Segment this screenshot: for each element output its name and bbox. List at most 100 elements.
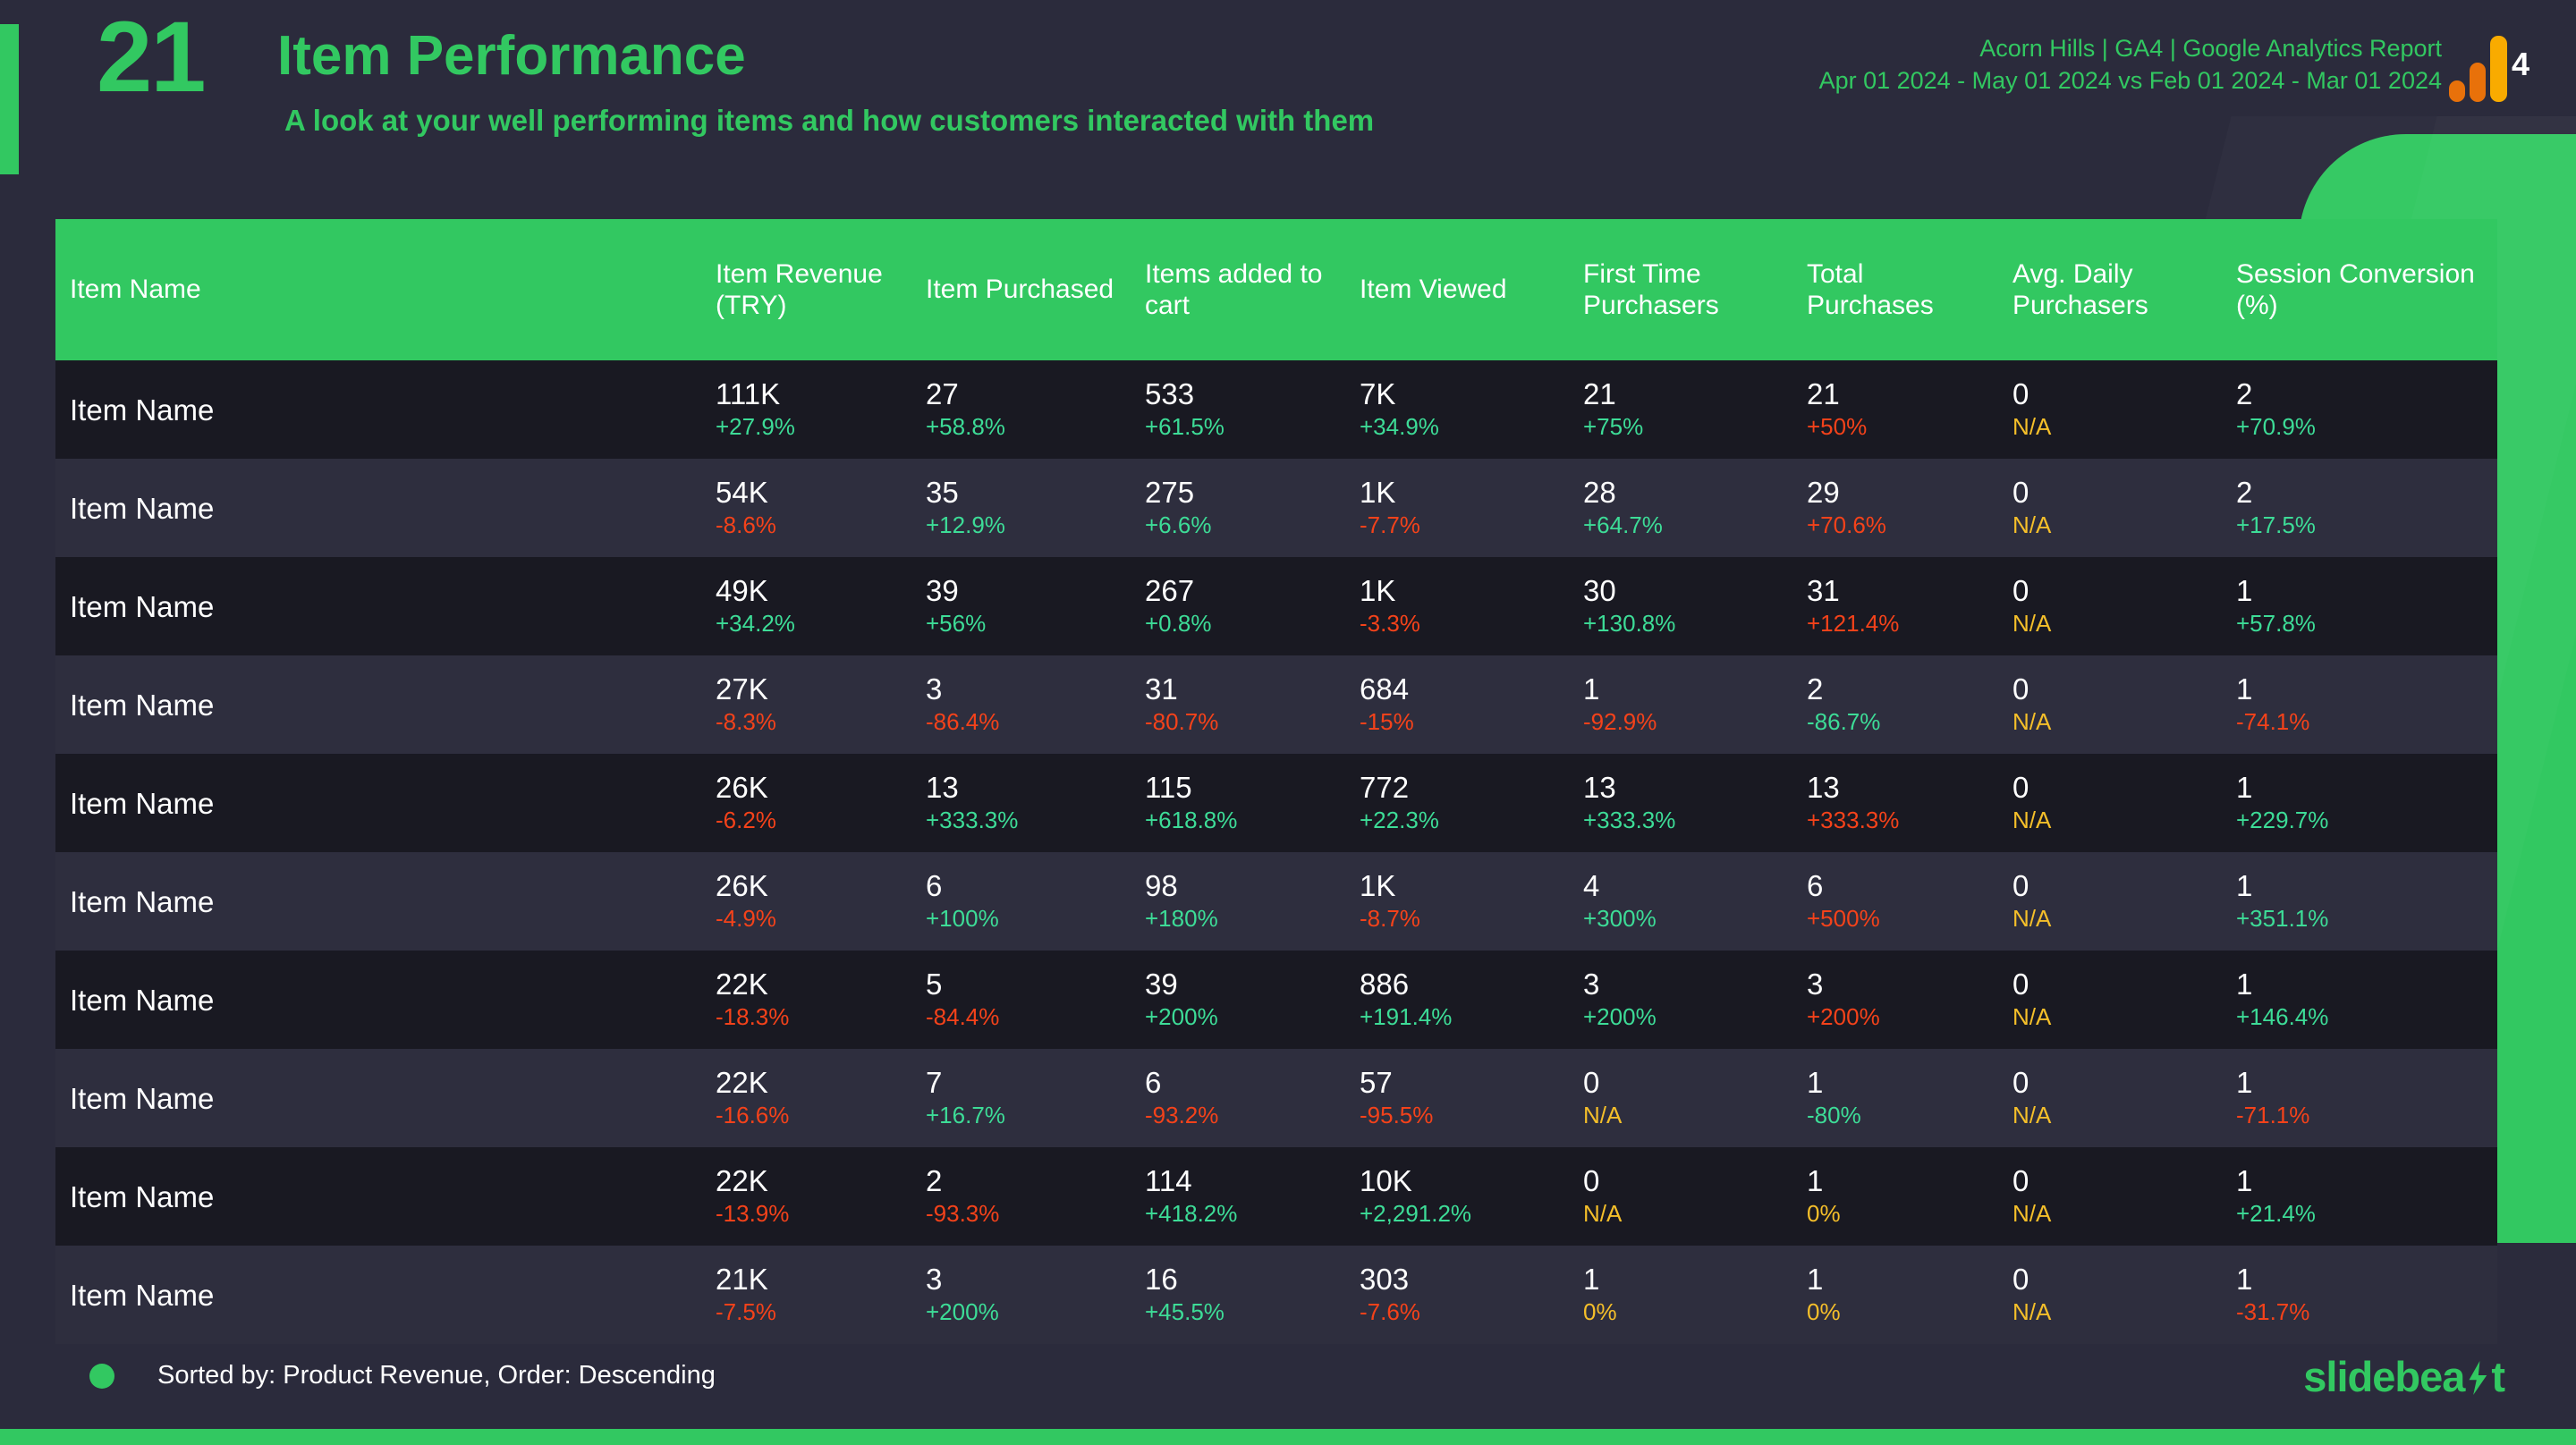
- bottom-accent-bar: [0, 1429, 2576, 1445]
- table-row[interactable]: Item Name 26K -6.2% 13 +333.3% 115 +618.8% 772 +…: [55, 754, 2497, 852]
- cell-total-purchases: 29 +70.6%: [1791, 459, 1996, 557]
- cell-avg-daily-purchasers: 0 N/A: [1996, 1246, 2220, 1344]
- item-name-text: Item Name: [70, 688, 215, 722]
- table-row[interactable]: Item Name 22K -16.6% 7 +16.7% 6 -93.2% 57 -95.5%…: [55, 1049, 2497, 1147]
- cell-item-revenue: 22K -13.9%: [699, 1147, 910, 1246]
- column-header-avg-daily-purchasers[interactable]: Avg. Daily Purchasers: [1996, 219, 2220, 360]
- metric-value: 21K: [716, 1263, 768, 1297]
- cell-avg-daily-purchasers: 0 N/A: [1996, 557, 2220, 655]
- cell-items-added-to-cart: 114 +418.2%: [1129, 1147, 1343, 1246]
- cell-items-added-to-cart: 31 -80.7%: [1129, 655, 1343, 754]
- brand-text-part2: t: [2491, 1353, 2505, 1400]
- table-row[interactable]: Item Name 22K -13.9% 2 -93.3% 114 +418.2% 10K +2…: [55, 1147, 2497, 1246]
- item-name-text: Item Name: [70, 589, 215, 623]
- metric-value: 27: [926, 377, 959, 411]
- cell-total-purchases: 1 -80%: [1791, 1049, 1996, 1147]
- column-header-item-name[interactable]: Item Name: [55, 219, 699, 360]
- slide-number: 21: [97, 1, 207, 113]
- metric-delta: -93.2%: [1145, 1101, 1219, 1128]
- column-header-item-viewed[interactable]: Item Viewed: [1343, 219, 1567, 360]
- metric-value: 13: [926, 771, 959, 805]
- column-header-total-purchases[interactable]: Total Purchases: [1791, 219, 1996, 360]
- column-header-item-revenue[interactable]: Item Revenue (TRY): [699, 219, 910, 360]
- cell-session-conversion: 1 +21.4%: [2220, 1147, 2497, 1246]
- cell-item-revenue: 22K -16.6%: [699, 1049, 910, 1147]
- item-name-text: Item Name: [70, 884, 215, 918]
- sort-note-text: Sorted by: Product Revenue, Order: Desce…: [157, 1361, 716, 1390]
- table-row[interactable]: Item Name 26K -4.9% 6 +100% 98 +180% 1K -8.7% 4 +3…: [55, 852, 2497, 951]
- cell-item-name: Item Name: [55, 852, 699, 951]
- cell-item-viewed: 57 -95.5%: [1343, 1049, 1567, 1147]
- metric-delta: +56%: [926, 609, 987, 637]
- cell-item-purchased: 3 +200%: [910, 1246, 1129, 1344]
- metric-value: 3: [926, 1263, 943, 1297]
- cell-total-purchases: 3 +200%: [1791, 951, 1996, 1049]
- metric-delta: N/A: [2012, 904, 2052, 932]
- metric-delta: -7.5%: [716, 1297, 776, 1325]
- table-row[interactable]: Item Name 27K -8.3% 3 -86.4% 31 -80.7% 684 -15% 1…: [55, 655, 2497, 754]
- column-header-item-purchased[interactable]: Item Purchased: [910, 219, 1129, 360]
- metric-value: 1: [2236, 771, 2253, 805]
- table-row[interactable]: Item Name 111K +27.9% 27 +58.8% 533 +61.5% 7K +3…: [55, 360, 2497, 459]
- cell-item-name: Item Name: [55, 360, 699, 459]
- metric-value: 54K: [716, 476, 768, 510]
- bullet-dot-icon: [89, 1363, 114, 1389]
- table-row[interactable]: Item Name 49K +34.2% 39 +56% 267 +0.8% 1K -3.3% 3…: [55, 557, 2497, 655]
- metric-delta: N/A: [1583, 1199, 1623, 1227]
- cell-item-viewed: 684 -15%: [1343, 655, 1567, 754]
- metric-delta: -4.9%: [716, 904, 776, 932]
- table-row[interactable]: Item Name 54K -8.6% 35 +12.9% 275 +6.6% 1K -7.7%…: [55, 459, 2497, 557]
- metric-value: 98: [1145, 869, 1178, 903]
- cell-item-purchased: 5 -84.4%: [910, 951, 1129, 1049]
- cell-total-purchases: 31 +121.4%: [1791, 557, 1996, 655]
- metric-value: 1: [1583, 1263, 1600, 1297]
- metric-value: 3: [1807, 968, 1824, 1001]
- cell-item-name: Item Name: [55, 1049, 699, 1147]
- metric-delta: +21.4%: [2236, 1199, 2316, 1227]
- cell-avg-daily-purchasers: 0 N/A: [1996, 1147, 2220, 1246]
- cell-items-added-to-cart: 267 +0.8%: [1129, 557, 1343, 655]
- metric-value: 16: [1145, 1263, 1178, 1297]
- cell-items-added-to-cart: 39 +200%: [1129, 951, 1343, 1049]
- cell-item-revenue: 26K -6.2%: [699, 754, 910, 852]
- cell-item-revenue: 54K -8.6%: [699, 459, 910, 557]
- table-header-row: Item Name Item Revenue (TRY) Item Purcha…: [55, 219, 2497, 360]
- report-date-range: Apr 01 2024 - May 01 2024 vs Feb 01 2024…: [1818, 67, 2442, 95]
- cell-avg-daily-purchasers: 0 N/A: [1996, 852, 2220, 951]
- metric-value: 115: [1145, 771, 1192, 805]
- item-performance-table-wrapper: Item Name Item Revenue (TRY) Item Purcha…: [55, 219, 2497, 1344]
- metric-value: 26K: [716, 869, 768, 903]
- metric-delta: +500%: [1807, 904, 1880, 932]
- metric-value: 35: [926, 476, 959, 510]
- table-row[interactable]: Item Name 21K -7.5% 3 +200% 16 +45.5% 303 -7.6% 1…: [55, 1246, 2497, 1344]
- metric-delta: N/A: [2012, 1101, 2052, 1128]
- cell-item-purchased: 27 +58.8%: [910, 360, 1129, 459]
- cell-session-conversion: 2 +17.5%: [2220, 459, 2497, 557]
- metric-delta: +75%: [1583, 412, 1644, 440]
- metric-delta: -8.3%: [716, 707, 776, 735]
- column-header-items-added-to-cart[interactable]: Items added to cart: [1129, 219, 1343, 360]
- metric-delta: -6.2%: [716, 806, 776, 833]
- metric-value: 1: [1807, 1164, 1824, 1198]
- metric-delta: -74.1%: [2236, 707, 2310, 735]
- ga-bar-medium: [2470, 63, 2486, 102]
- metric-value: 22K: [716, 968, 768, 1001]
- metric-delta: -7.6%: [1360, 1297, 1420, 1325]
- metric-delta: -18.3%: [716, 1002, 790, 1030]
- metric-delta: +17.5%: [2236, 511, 2316, 538]
- cell-first-time-purchasers: 1 -92.9%: [1567, 655, 1791, 754]
- metric-delta: +57.8%: [2236, 609, 2316, 637]
- cell-first-time-purchasers: 3 +200%: [1567, 951, 1791, 1049]
- page-title: Item Performance: [277, 25, 746, 87]
- cell-items-added-to-cart: 275 +6.6%: [1129, 459, 1343, 557]
- metric-delta: +200%: [926, 1297, 999, 1325]
- table-row[interactable]: Item Name 22K -18.3% 5 -84.4% 39 +200% 886 +191.…: [55, 951, 2497, 1049]
- column-header-first-time-purchasers[interactable]: First Time Purchasers: [1567, 219, 1791, 360]
- cell-session-conversion: 1 -71.1%: [2220, 1049, 2497, 1147]
- cell-item-purchased: 6 +100%: [910, 852, 1129, 951]
- cell-item-viewed: 886 +191.4%: [1343, 951, 1567, 1049]
- metric-delta: 0%: [1807, 1199, 1841, 1227]
- cell-item-viewed: 772 +22.3%: [1343, 754, 1567, 852]
- column-header-session-conversion[interactable]: Session Conversion (%): [2220, 219, 2497, 360]
- cell-item-revenue: 49K +34.2%: [699, 557, 910, 655]
